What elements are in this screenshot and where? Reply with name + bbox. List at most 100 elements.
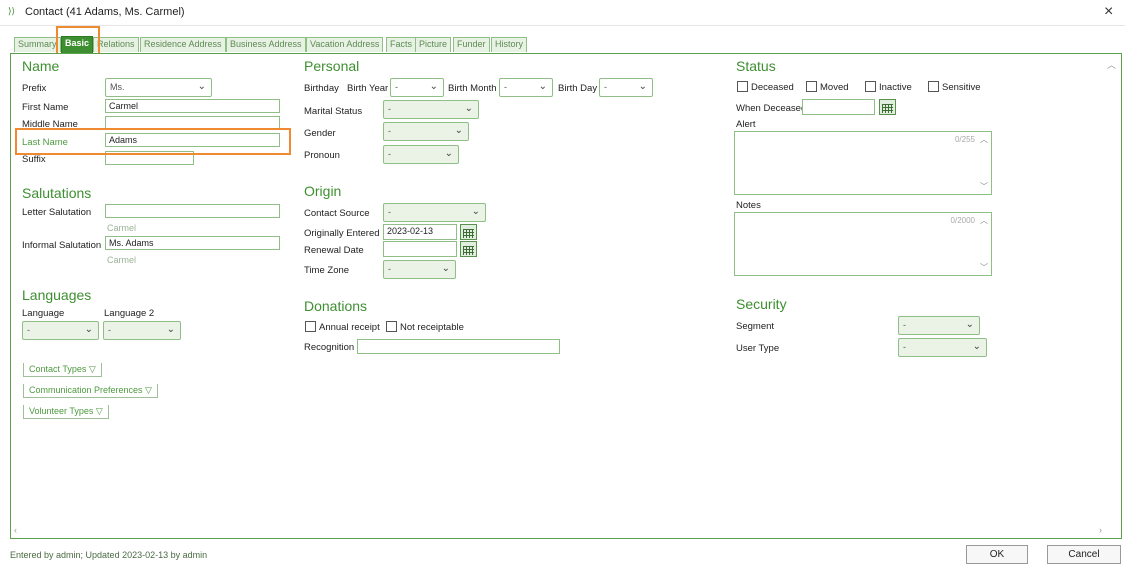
renewal-date-label: Renewal Date — [304, 245, 364, 256]
first-name-label: First Name — [22, 102, 69, 113]
audit-status-text: Entered by admin; Updated 2023-02-13 by … — [10, 550, 208, 560]
when-deceased-field[interactable] — [802, 99, 875, 115]
calendar-icon[interactable] — [460, 224, 477, 240]
chevron-down-icon: ⌄ — [166, 324, 175, 335]
contact-source-label: Contact Source — [304, 208, 370, 219]
alert-textarea[interactable]: 0/255 ︿ ﹀ — [734, 131, 992, 195]
language-2-select[interactable]: - ⌄ — [103, 321, 181, 340]
prefix-select[interactable]: Ms. ⌄ — [105, 78, 212, 97]
security-section-title: Security — [736, 296, 787, 312]
segment-label: Segment — [736, 321, 775, 332]
alert-char-counter: 0/255 — [954, 135, 975, 144]
recognition-field[interactable] — [357, 339, 560, 354]
tab-residence-address[interactable]: Residence Address — [140, 37, 226, 52]
birth-month-label: Birth Month — [448, 83, 497, 94]
chevron-down-icon: ⌄ — [454, 125, 463, 136]
inactive-label: Inactive — [879, 82, 912, 93]
pronoun-value: - — [388, 149, 391, 159]
annual-receipt-label: Annual receipt — [319, 322, 380, 333]
scroll-left-icon[interactable]: ‹ — [14, 525, 17, 535]
gender-label: Gender — [304, 128, 336, 139]
salutations-section-title: Salutations — [22, 185, 92, 201]
letter-salutation-label: Letter Salutation — [22, 207, 92, 218]
sensitive-checkbox[interactable] — [928, 81, 939, 92]
pronoun-label: Pronoun — [304, 150, 340, 161]
informal-salutation-hint: Carmel — [107, 255, 137, 265]
originally-entered-label: Originally Entered — [304, 228, 380, 239]
language-select[interactable]: - ⌄ — [22, 321, 99, 340]
contact-source-select[interactable]: - ⌄ — [383, 203, 486, 222]
origin-section-title: Origin — [304, 183, 342, 199]
donations-section-title: Donations — [304, 298, 368, 314]
contact-types-toggle[interactable]: Contact Types ▽ — [23, 363, 102, 377]
inactive-checkbox[interactable] — [865, 81, 876, 92]
tab-history[interactable]: History — [491, 37, 528, 52]
communication-preferences-toggle[interactable]: Communication Preferences ▽ — [23, 384, 158, 398]
tab-summary[interactable]: Summary — [14, 37, 61, 52]
not-receiptable-checkbox[interactable] — [386, 321, 397, 332]
contact-app-icon: ⟩⟩ — [8, 6, 16, 16]
personal-section-title: Personal — [304, 58, 360, 74]
time-zone-label: Time Zone — [304, 265, 350, 276]
segment-value: - — [903, 320, 906, 330]
name-section-title: Name — [22, 58, 60, 74]
prefix-label: Prefix — [22, 83, 47, 94]
chevron-down-icon: ⌄ — [538, 81, 547, 92]
tab-vacation-address[interactable]: Vacation Address — [306, 37, 384, 52]
calendar-icon[interactable] — [879, 99, 896, 115]
tab-picture[interactable]: Picture — [415, 37, 452, 52]
marital-status-value: - — [388, 104, 391, 114]
birth-year-label: Birth Year — [347, 83, 389, 94]
time-zone-value: - — [388, 264, 391, 274]
last-name-highlight — [15, 128, 291, 155]
scroll-up-icon[interactable]: ︿ — [980, 215, 988, 226]
renewal-date-field[interactable] — [383, 241, 457, 257]
scroll-right-icon[interactable]: › — [1099, 525, 1102, 535]
chevron-down-icon: ⌄ — [464, 103, 473, 114]
chevron-down-icon: ⌄ — [84, 324, 93, 335]
pronoun-select[interactable]: - ⌄ — [383, 145, 459, 164]
tab-facts[interactable]: Facts — [386, 37, 417, 52]
suffix-label: Suffix — [22, 154, 46, 165]
birth-day-select[interactable]: - ⌄ — [599, 78, 653, 97]
language-2-label: Language 2 — [104, 308, 155, 319]
tab-business-address[interactable]: Business Address — [226, 37, 306, 52]
informal-salutation-field[interactable]: Ms. Adams — [105, 236, 280, 250]
originally-entered-field[interactable]: 2023-02-13 — [383, 224, 457, 240]
marital-status-select[interactable]: - ⌄ — [383, 100, 479, 119]
time-zone-select[interactable]: - ⌄ — [383, 260, 456, 279]
user-type-select[interactable]: - ⌄ — [898, 338, 987, 357]
birth-month-select[interactable]: - ⌄ — [499, 78, 553, 97]
contact-source-value: - — [388, 207, 391, 217]
letter-salutation-field[interactable] — [105, 204, 280, 218]
annual-receipt-checkbox[interactable] — [305, 321, 316, 332]
marital-status-label: Marital Status — [304, 106, 363, 117]
language-label: Language — [22, 308, 65, 319]
informal-salutation-label: Informal Salutation — [22, 240, 102, 251]
language-2-value: - — [108, 325, 111, 335]
close-icon[interactable]: × — [1104, 3, 1113, 21]
scroll-down-icon[interactable]: ﹀ — [980, 262, 988, 273]
prefix-value: Ms. — [110, 82, 125, 92]
ok-button[interactable]: OK — [966, 545, 1028, 564]
chevron-down-icon: ⌄ — [441, 263, 450, 274]
notes-textarea[interactable]: 0/2000 ︿ ﹀ — [734, 212, 992, 276]
scroll-up-icon[interactable]: ︿ — [1107, 58, 1116, 71]
scroll-up-icon[interactable]: ︿ — [980, 134, 988, 145]
birth-year-select[interactable]: - ⌄ — [390, 78, 444, 97]
gender-value: - — [388, 126, 391, 136]
alert-label: Alert — [736, 119, 756, 130]
birth-month-value: - — [504, 82, 507, 92]
tab-funder[interactable]: Funder — [453, 37, 490, 52]
deceased-checkbox[interactable] — [737, 81, 748, 92]
moved-checkbox[interactable] — [806, 81, 817, 92]
cancel-button[interactable]: Cancel — [1047, 545, 1121, 564]
calendar-icon[interactable] — [460, 241, 477, 257]
user-type-value: - — [903, 342, 906, 352]
chevron-down-icon: ⌄ — [972, 341, 981, 352]
gender-select[interactable]: - ⌄ — [383, 122, 469, 141]
segment-select[interactable]: - ⌄ — [898, 316, 980, 335]
volunteer-types-toggle[interactable]: Volunteer Types ▽ — [23, 405, 109, 419]
first-name-field[interactable]: Carmel — [105, 99, 280, 113]
scroll-down-icon[interactable]: ﹀ — [980, 181, 988, 192]
